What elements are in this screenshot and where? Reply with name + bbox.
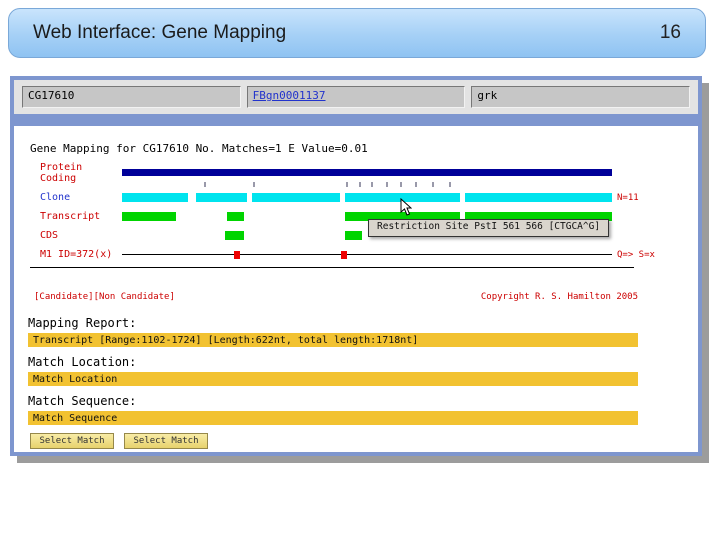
gene-symbol-field[interactable]: grk xyxy=(471,86,691,108)
protein-coding-bar[interactable] xyxy=(122,167,612,178)
match-ticks xyxy=(122,182,612,188)
track-match: M1 ID=372(x) Q=> S=x xyxy=(14,245,698,264)
track-label: CDS xyxy=(40,230,59,241)
track-label: Protein Coding xyxy=(40,161,83,184)
match-score-label: Q=> S=x xyxy=(617,249,655,260)
flybase-id-link[interactable]: FBgn0001137 xyxy=(253,89,326,102)
match-sequence-bar: Match Sequence xyxy=(28,411,638,425)
track-label: Transcript xyxy=(40,211,101,222)
track-clone: Clone N=11 xyxy=(14,188,698,207)
app-window: CG17610 FBgn0001137 grk Gene Mapping for… xyxy=(10,76,702,456)
track-label: M1 ID=372(x) xyxy=(40,249,113,260)
slide: Web Interface: Gene Mapping 16 CG17610 F… xyxy=(0,0,720,540)
slide-header: Web Interface: Gene Mapping 16 xyxy=(8,8,706,58)
candidate-legend: [Candidate][Non Candidate] xyxy=(34,292,175,302)
divider xyxy=(30,267,634,268)
gene-symbol-value: grk xyxy=(477,89,498,102)
viewer-summary: Gene Mapping for CG17610 No. Matches=1 E… xyxy=(30,142,368,155)
restriction-site-tooltip: Restriction Site PstI 561 566 [CTGCA^G] xyxy=(368,219,610,237)
legend-row: [Candidate][Non Candidate] Copyright R. … xyxy=(34,292,638,302)
match-location-label: Match Location: xyxy=(28,355,137,369)
button-row: Select Match Select Match xyxy=(30,433,698,449)
match-sequence-label: Match Sequence: xyxy=(28,394,137,408)
clone-count-label: N=11 xyxy=(617,192,639,203)
transcript-summary-bar: Transcript [Range:1102-1724] [Length:622… xyxy=(28,333,638,347)
clone-bar[interactable] xyxy=(122,192,612,203)
gene-id-value: CG17610 xyxy=(28,89,75,102)
select-match-button-1[interactable]: Select Match xyxy=(30,433,114,449)
select-match-button-2[interactable]: Select Match xyxy=(124,433,208,449)
track-protein-coding: Protein Coding xyxy=(14,161,698,184)
axis-line xyxy=(122,254,612,255)
gene-mapping-viewer: Gene Mapping for CG17610 No. Matches=1 E… xyxy=(14,126,698,452)
mapping-report: Mapping Report: Transcript [Range:1102-1… xyxy=(28,316,698,449)
page-title: Web Interface: Gene Mapping xyxy=(33,22,287,43)
copyright-text: Copyright R. S. Hamilton 2005 xyxy=(480,292,638,302)
report-heading: Mapping Report: xyxy=(28,316,137,330)
mouse-cursor-icon xyxy=(400,198,412,216)
flybase-id-field[interactable]: FBgn0001137 xyxy=(246,86,466,108)
tracks: Protein Coding Clone N=11 Transcript CDS xyxy=(14,161,698,264)
match-axis[interactable] xyxy=(122,249,612,260)
match-location-bar: Match Location xyxy=(28,372,638,386)
track-label: Clone xyxy=(40,192,71,203)
page-number: 16 xyxy=(659,22,681,43)
gene-id-field[interactable]: CG17610 xyxy=(22,86,241,108)
query-bar: CG17610 FBgn0001137 grk xyxy=(14,80,698,114)
